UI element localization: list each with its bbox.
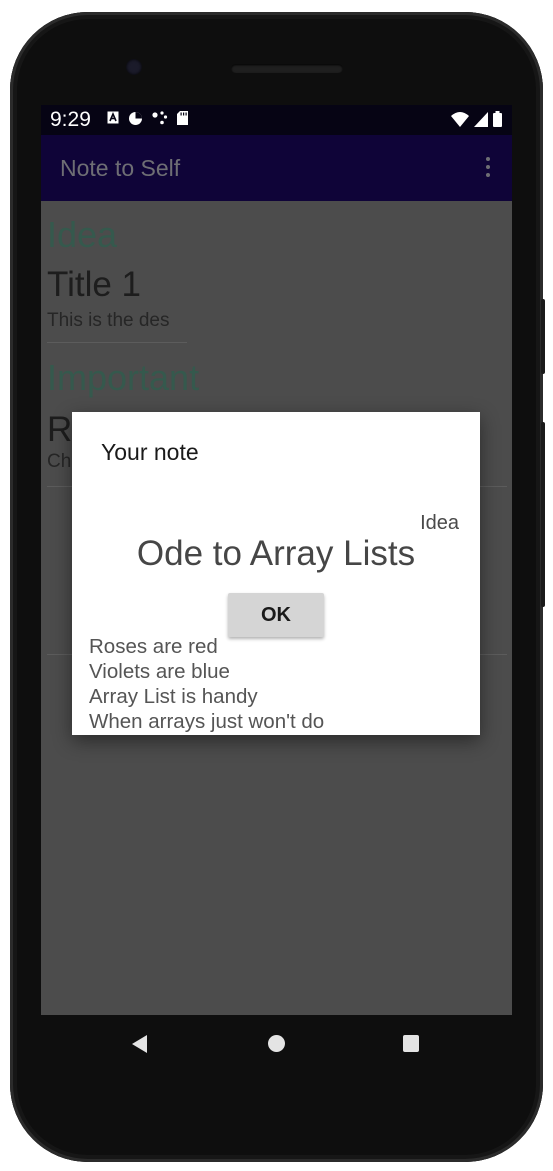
- earpiece-speaker: [231, 64, 343, 73]
- front-camera: [126, 59, 142, 75]
- signal-icon: [474, 112, 488, 132]
- dialog-note-description: Roses are red Violets are blue Array Lis…: [89, 634, 324, 734]
- dialog-note-title: Ode to Array Lists: [136, 534, 416, 573]
- status-bar: 9:29: [41, 105, 512, 135]
- list-item[interactable]: Idea Title 1 This is the des: [47, 215, 507, 333]
- status-time: 9:29: [50, 108, 91, 131]
- home-icon[interactable]: [268, 1035, 285, 1052]
- back-icon[interactable]: [132, 1035, 147, 1053]
- dialog-note-type: Idea: [420, 512, 459, 534]
- data-saver-icon: [128, 111, 143, 131]
- note-title: Title 1: [47, 265, 142, 304]
- description-line: When arrays just won't do: [89, 710, 325, 733]
- note-description: This is the des: [47, 310, 170, 331]
- wifi-icon: [451, 112, 469, 132]
- system-icons: [451, 111, 502, 132]
- app-title: Note to Self: [60, 155, 181, 181]
- description-line: Array List is handy: [89, 685, 258, 708]
- note-type: Idea: [47, 214, 118, 255]
- dialog-title: Your note: [101, 439, 199, 465]
- a-icon: [107, 111, 119, 131]
- overflow-menu-icon[interactable]: [486, 157, 492, 181]
- notification-icons: [107, 111, 188, 131]
- divider: [47, 342, 187, 343]
- battery-icon: [493, 111, 502, 132]
- sd-card-icon: [177, 111, 188, 131]
- note-dialog: Your note Idea Ode to Array Lists OK Ros…: [72, 412, 480, 735]
- description-line: Violets are blue: [89, 660, 230, 683]
- ok-button[interactable]: OK: [228, 593, 324, 637]
- volume-button: [541, 422, 545, 607]
- note-type: Important: [47, 357, 200, 398]
- recents-icon[interactable]: [403, 1035, 419, 1052]
- app-bar: Note to Self: [41, 135, 512, 201]
- navigation-bar: [41, 1015, 512, 1073]
- cast-icon: [152, 111, 168, 131]
- description-line: Roses are red: [89, 635, 218, 658]
- power-button: [541, 299, 545, 374]
